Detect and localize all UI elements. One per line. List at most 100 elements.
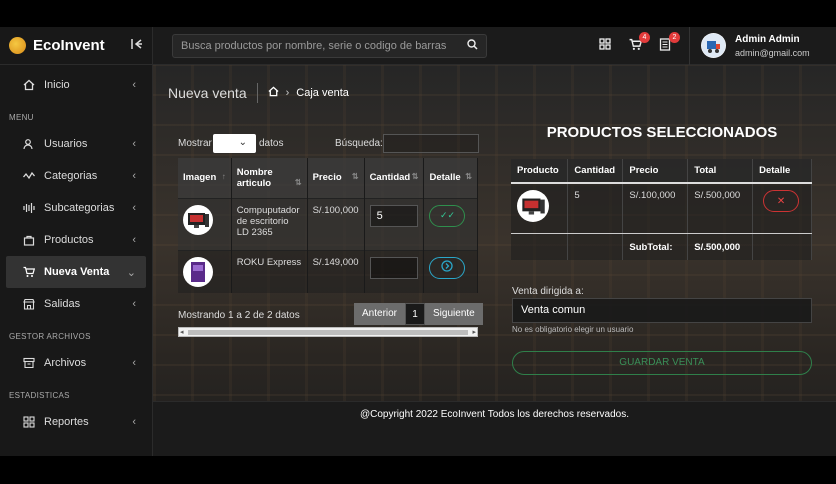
breadcrumb: › Caja venta <box>268 86 349 100</box>
current-page-button[interactable]: 1 <box>405 303 426 325</box>
page-length-select[interactable]: ⌄ <box>213 134 256 153</box>
add-product-button[interactable]: ✓✓ <box>429 204 466 227</box>
column-header: Cantidad <box>567 159 624 184</box>
sidebar-item-archivos[interactable]: Archivos ‹ <box>6 347 146 379</box>
home-icon <box>23 79 35 91</box>
group-label-gestor: GESTOR ARCHIVOS <box>9 332 91 341</box>
circle-arrow-icon <box>441 260 454 275</box>
sidebar-item-productos[interactable]: Productos ‹ <box>6 224 146 256</box>
sidebar-item-reportes[interactable]: Reportes ‹ <box>6 406 146 438</box>
quantity-input[interactable] <box>369 256 418 279</box>
check-icon: ✓✓ <box>439 210 456 220</box>
sidebar: EcoInvent Inicio ‹ MENU Usuarios ‹ Categ… <box>0 27 153 456</box>
sidebar-item-label: Inicio <box>44 79 70 91</box>
sidebar-item-label: Salidas <box>44 298 81 310</box>
selected-total: S/.500,000 <box>687 183 754 234</box>
product-image <box>517 190 549 222</box>
home-icon[interactable] <box>268 86 279 100</box>
close-icon: ✕ <box>776 195 786 207</box>
collapse-sidebar-icon[interactable] <box>131 38 143 53</box>
sidebar-item-label: Archivos <box>44 357 87 369</box>
sidebar-item-label: Nueva Venta <box>44 266 110 278</box>
sale-target-label: Venta dirigida a: <box>512 286 584 297</box>
product-price: S/.149,000 <box>307 249 365 293</box>
product-name: ROKU Express <box>231 249 308 293</box>
column-header[interactable]: Nombre articulo ⇅ <box>231 158 308 198</box>
search-input[interactable] <box>181 40 467 52</box>
selected-price: S/.100,000 <box>622 183 689 234</box>
column-header[interactable]: Detalle ⇅ <box>423 158 478 198</box>
breadcrumb-current: Caja venta <box>296 87 349 99</box>
app-window: EcoInvent Inicio ‹ MENU Usuarios ‹ Categ… <box>0 27 836 456</box>
archive-icon <box>23 357 35 369</box>
products-table: Imagen ↑ Nombre articulo ⇅ Precio ⇅ Cantida… <box>178 158 478 293</box>
scrollbar-thumb[interactable] <box>188 330 468 335</box>
receipt-icon[interactable]: 2 <box>659 32 680 52</box>
sidebar-nav: Inicio ‹ MENU Usuarios ‹ Categorias ‹ Su… <box>0 65 152 438</box>
sidebar-item-salidas[interactable]: Salidas ‹ <box>6 288 146 320</box>
sale-target-hint: No es obligatorio elegir un usuario <box>512 325 634 334</box>
chevron-left-icon: ‹ <box>132 170 136 182</box>
table-row: 5 S/.100,000 S/.500,000 ✕ <box>511 183 812 234</box>
app-name: EcoInvent <box>33 37 105 54</box>
product-price: S/.100,000 <box>307 197 365 250</box>
bars-icon <box>23 202 35 214</box>
quantity-input[interactable] <box>369 204 418 227</box>
product-image <box>183 204 213 235</box>
chevron-left-icon: ‹ <box>132 138 136 150</box>
chevron-left-icon: ‹ <box>132 234 136 246</box>
avatar[interactable] <box>701 33 726 58</box>
scroll-left-icon[interactable]: ◂ <box>180 328 184 336</box>
cart-icon[interactable]: 4 <box>629 32 650 52</box>
column-header[interactable]: Imagen ↑ <box>178 158 232 198</box>
copyright-text: @Copyright 2022 EcoInvent Todos los dere… <box>359 409 629 420</box>
table-row: ROKU Express S/.149,000 <box>178 249 478 293</box>
sort-icon: ⇅ <box>351 172 359 182</box>
subtotal-row: SubTotal: S/.500,000 <box>511 233 812 260</box>
search-icon[interactable] <box>467 39 478 53</box>
selected-products-title: PRODUCTOS SELECCIONADOS <box>546 124 778 141</box>
subtotal-label: SubTotal: <box>622 233 689 260</box>
sidebar-item-usuarios[interactable]: Usuarios ‹ <box>6 128 146 160</box>
column-header: Precio <box>622 159 689 184</box>
topbar: 4 2 Admin Admin admin@gmail.com <box>153 27 836 65</box>
page-title: Nueva venta <box>168 83 258 103</box>
table-search-input[interactable] <box>383 134 479 153</box>
sidebar-item-categorias[interactable]: Categorias ‹ <box>6 160 146 192</box>
apps-icon[interactable] <box>599 38 613 52</box>
remove-product-button[interactable]: ✕ <box>763 190 800 212</box>
next-page-button[interactable]: Siguiente <box>425 303 483 325</box>
sort-icon: ⇅ <box>465 172 472 182</box>
chevron-left-icon: ‹ <box>132 298 136 310</box>
column-header: Producto <box>511 159 569 184</box>
previous-page-button[interactable]: Anterior <box>354 303 406 325</box>
column-header: Detalle <box>752 159 812 184</box>
data-label: datos <box>259 138 284 149</box>
orders-count-badge: 2 <box>669 32 680 43</box>
activity-icon <box>23 170 35 182</box>
sidebar-item-label: Productos <box>44 234 94 246</box>
user-name[interactable]: Admin Admin <box>735 34 800 45</box>
sidebar-item-inicio[interactable]: Inicio ‹ <box>6 69 146 101</box>
sidebar-item-nueva-venta[interactable]: Nueva Venta ⌄ <box>6 256 146 288</box>
sidebar-item-label: Categorias <box>44 170 98 182</box>
sidebar-item-subcategorias[interactable]: Subcategorias ‹ <box>6 192 146 224</box>
sale-target-select[interactable]: Venta comun <box>512 298 812 323</box>
select-product-button[interactable] <box>429 256 466 279</box>
cart-count-badge: 4 <box>639 32 650 43</box>
horizontal-scrollbar[interactable]: ◂ ▸ <box>178 327 478 337</box>
group-label-menu: MENU <box>9 113 34 122</box>
chevron-right-icon: › <box>285 87 290 99</box>
search-label: Búsqueda: <box>335 138 383 149</box>
column-header[interactable]: Precio ⇅ <box>307 158 365 198</box>
scroll-right-icon[interactable]: ▸ <box>472 328 476 336</box>
group-label-estadisticas: ESTADISTICAS <box>9 391 70 400</box>
footer: @Copyright 2022 EcoInvent Todos los dere… <box>153 401 836 456</box>
bag-icon <box>23 234 35 246</box>
product-image <box>183 256 213 287</box>
table-row: Compuputador de escritorio LD 2365 S/.10… <box>178 197 478 250</box>
table-info: Mostrando 1 a 2 de 2 datos <box>178 310 300 321</box>
sidebar-item-label: Reportes <box>44 416 89 428</box>
column-header[interactable]: Cantidad ⇅ <box>364 158 425 198</box>
save-sale-button[interactable]: GUARDAR VENTA <box>512 351 812 375</box>
